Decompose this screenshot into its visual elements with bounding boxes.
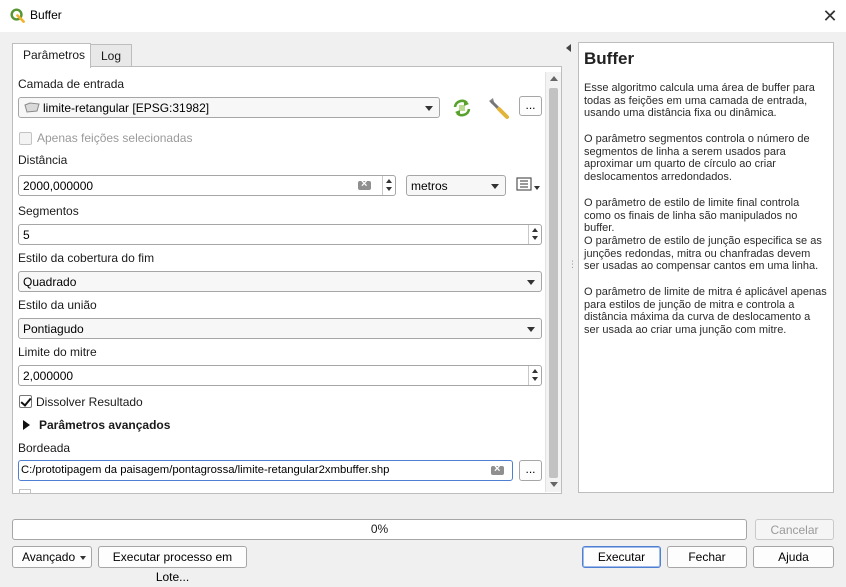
help-paragraph: O parâmetro de estilo de junção especifi… (584, 235, 822, 273)
distance-unit-combo[interactable]: metros (406, 175, 506, 196)
segments-spinner[interactable] (528, 225, 541, 244)
advanced-params-toggle[interactable]: Parâmetros avançados (39, 418, 170, 432)
scroll-up-icon[interactable] (550, 76, 558, 81)
chevron-down-icon (425, 106, 433, 111)
batch-process-button[interactable]: Executar processo em Lote... (98, 546, 247, 584)
qgis-logo-icon (10, 8, 25, 23)
output-path-value: C:/prototipagem da paisagem/pontagrossa/… (21, 464, 390, 476)
close-icon[interactable]: ✕ (818, 4, 842, 28)
distance-spinner[interactable] (382, 176, 395, 195)
segments-label: Segmentos (18, 204, 79, 218)
tab-parametros[interactable]: Parâmetros (12, 43, 91, 68)
scrollbar-thumb[interactable] (549, 88, 558, 478)
miter-limit-value: 2,000000 (23, 369, 74, 383)
expand-triangle-icon[interactable] (23, 420, 30, 430)
scroll-down-icon[interactable] (550, 482, 558, 487)
parameters-scrollbar[interactable] (545, 72, 561, 492)
chevron-down-icon (491, 184, 499, 189)
join-style-value: Pontiagudo (23, 322, 84, 336)
chevron-down-icon (527, 280, 535, 285)
title-bar (0, 0, 846, 32)
chevron-down-icon (80, 556, 86, 560)
miter-limit-spinner[interactable] (528, 366, 541, 385)
dissolve-label: Dissolver Resultado (36, 395, 143, 409)
input-layer-value: limite-retangular [EPSG:31982] (43, 101, 210, 115)
help-button[interactable]: Ajuda (753, 546, 834, 568)
help-paragraph: O parâmetro segmentos controla o número … (584, 133, 810, 184)
advanced-button-label: Avançado (22, 550, 76, 564)
end-cap-value: Quadrado (23, 275, 77, 289)
end-cap-combo[interactable]: Quadrado (18, 271, 542, 292)
cancel-button[interactable]: Cancelar (755, 519, 834, 540)
output-path-input[interactable]: C:/prototipagem da paisagem/pontagrossa/… (18, 460, 513, 481)
help-paragraph: O parâmetro de estilo de limite final co… (584, 197, 800, 235)
wrench-settings-icon[interactable] (485, 96, 511, 120)
distance-unit-value: metros (411, 179, 448, 193)
progress-label: 0% (370, 522, 389, 536)
window-title: Buffer (30, 8, 62, 22)
join-style-combo[interactable]: Pontiagudo (18, 318, 542, 339)
distance-input[interactable]: 2000,000000 (18, 175, 396, 196)
output-label: Bordeada (18, 441, 71, 455)
tab-log[interactable]: Log (90, 44, 132, 68)
join-style-label: Estilo da união (18, 298, 97, 312)
miter-limit-input[interactable]: 2,000000 (18, 365, 542, 386)
polygon-layer-icon (24, 102, 40, 113)
collapse-help-icon[interactable] (566, 44, 571, 52)
segments-input[interactable]: 5 (18, 224, 542, 245)
clipped-checkbox (19, 489, 31, 494)
input-layer-label: Camada de entrada (18, 77, 125, 91)
selected-only-checkbox[interactable] (19, 132, 32, 145)
miter-limit-label: Limite do mitre (18, 345, 97, 359)
splitter-handle-icon[interactable]: ⋮ (568, 260, 577, 269)
help-title: Buffer (584, 49, 635, 68)
close-button[interactable]: Fechar (667, 546, 747, 568)
input-layer-combo[interactable]: limite-retangular [EPSG:31982] (18, 97, 440, 118)
clear-icon[interactable] (358, 178, 371, 190)
iterate-icon[interactable] (451, 98, 473, 118)
clear-icon[interactable] (491, 463, 504, 475)
run-button[interactable]: Executar (582, 546, 661, 568)
distance-label: Distância (18, 153, 68, 167)
selected-only-label: Apenas feições selecionadas (37, 131, 193, 145)
segments-value: 5 (23, 228, 30, 242)
help-paragraph: Esse algoritmo calcula uma área de buffe… (584, 82, 815, 120)
help-panel: Buffer Esse algoritmo calcula uma área d… (578, 42, 834, 493)
help-paragraph: O parâmetro de limite de mitra é aplicáv… (584, 286, 827, 337)
advanced-menu-button[interactable]: Avançado (12, 546, 92, 568)
distance-value: 2000,000000 (23, 179, 94, 193)
output-more-button[interactable]: ... (519, 460, 542, 481)
dissolve-checkbox[interactable] (19, 395, 32, 408)
chevron-down-icon (527, 327, 535, 332)
input-layer-more-button[interactable]: ... (519, 96, 542, 116)
progress-bar: 0% (12, 519, 747, 540)
data-defined-override-icon[interactable] (515, 176, 541, 194)
end-cap-label: Estilo da cobertura do fim (18, 251, 155, 265)
